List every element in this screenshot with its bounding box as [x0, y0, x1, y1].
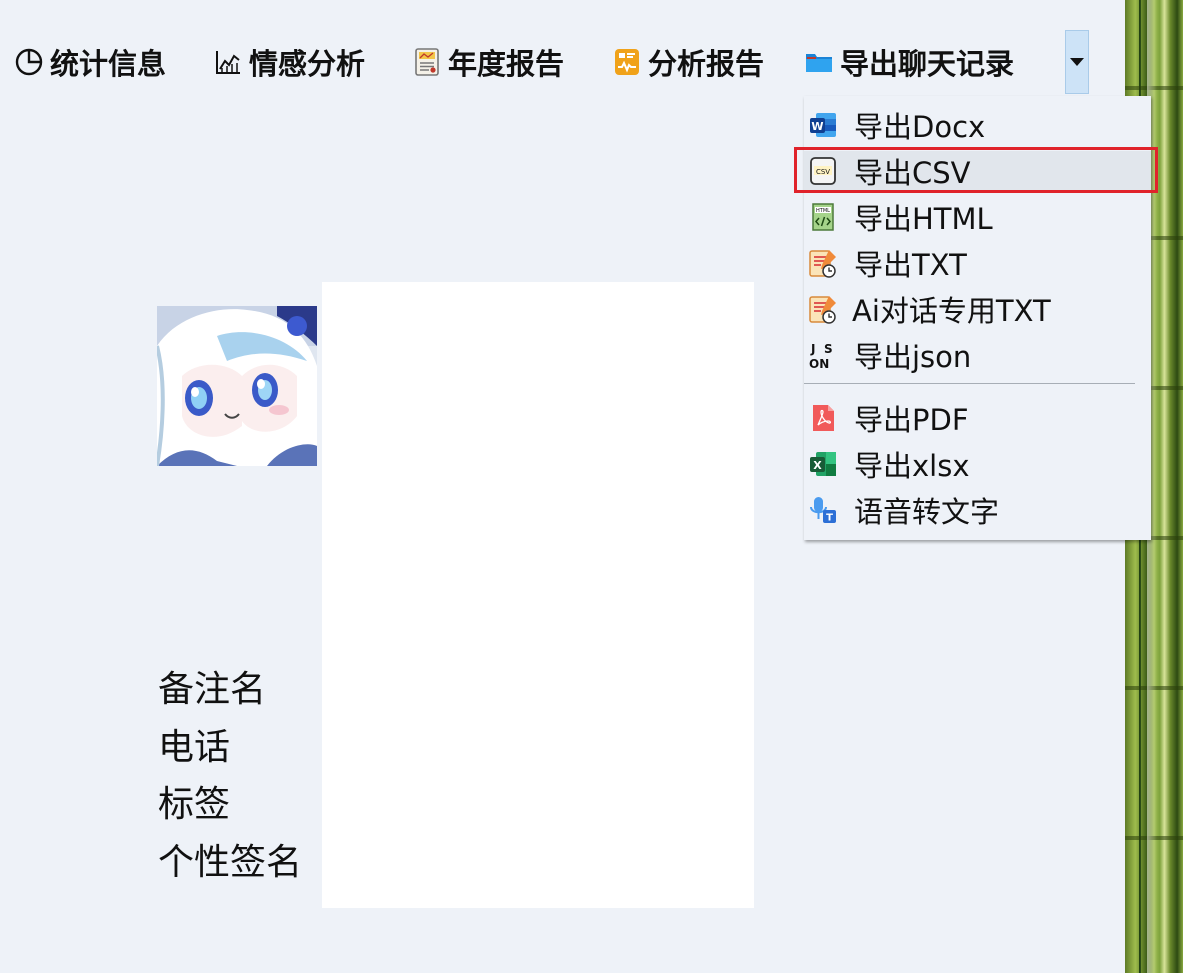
folder-icon: [804, 47, 834, 77]
menu-item-export-html[interactable]: HTML 导出HTML: [804, 197, 1151, 237]
menu-item-export-json[interactable]: J S ON 导出json: [804, 335, 1151, 375]
profile-info-panel: [322, 282, 754, 908]
svg-text:ON: ON: [809, 357, 829, 371]
svg-text:CSV: CSV: [816, 168, 830, 176]
svg-text:J: J: [810, 342, 815, 356]
html-icon: HTML: [807, 201, 839, 233]
menu-item-export-xlsx[interactable]: X 导出xlsx: [804, 444, 1151, 484]
json-icon: J S ON: [807, 339, 839, 371]
menu-item-speech-to-text[interactable]: T 语音转文字: [804, 490, 1151, 530]
export-chat-label: 导出聊天记录: [840, 47, 1015, 81]
menu-item-label: 语音转文字: [854, 495, 1000, 529]
speech-to-text-icon: T: [807, 494, 839, 526]
menu-item-label: Ai对话专用TXT: [852, 294, 1051, 328]
svg-text:HTML: HTML: [816, 208, 830, 214]
line-chart-icon: [213, 47, 243, 77]
pie-chart-icon: [14, 47, 44, 77]
annual-report-button[interactable]: 年度报告: [412, 40, 564, 84]
analysis-icon: [612, 47, 642, 77]
svg-text:W: W: [811, 120, 823, 133]
menu-item-export-csv[interactable]: CSV 导出CSV: [804, 151, 1151, 191]
txt-icon: [807, 247, 839, 279]
menu-item-label: 导出PDF: [854, 403, 969, 437]
excel-icon: X: [807, 448, 839, 480]
analysis-report-label: 分析报告: [648, 47, 765, 81]
analysis-report-button[interactable]: 分析报告: [612, 40, 764, 84]
pdf-icon: [807, 402, 839, 434]
menu-item-label: 导出Docx: [854, 110, 986, 144]
avatar: [157, 306, 317, 466]
menu-item-label: 导出xlsx: [854, 449, 970, 483]
tags-label: 标签: [158, 784, 231, 825]
sentiment-button[interactable]: 情感分析: [213, 40, 365, 84]
phone-label: 电话: [158, 727, 231, 768]
menu-item-export-txt[interactable]: 导出TXT: [804, 243, 1151, 283]
svg-text:X: X: [813, 459, 822, 472]
menu-separator: [804, 383, 1135, 384]
txt-icon: [807, 293, 839, 325]
export-dropdown-toggle[interactable]: [1065, 30, 1089, 94]
export-chat-button[interactable]: 导出聊天记录: [804, 40, 1014, 84]
csv-icon: CSV: [807, 155, 839, 187]
menu-item-export-pdf[interactable]: 导出PDF: [804, 398, 1151, 438]
sentiment-label: 情感分析: [249, 47, 366, 81]
remark-label: 备注名: [158, 669, 267, 710]
word-icon: W: [807, 109, 839, 141]
menu-item-label: 导出CSV: [854, 156, 971, 190]
annual-report-label: 年度报告: [448, 47, 565, 81]
stats-button[interactable]: 统计信息: [14, 40, 166, 84]
menu-item-export-docx[interactable]: W 导出Docx: [804, 105, 1151, 145]
menu-item-label: 导出TXT: [854, 248, 967, 282]
svg-text:T: T: [826, 513, 833, 524]
menu-item-label: 导出HTML: [854, 202, 993, 236]
menu-item-ai-txt[interactable]: Ai对话专用TXT: [804, 289, 1151, 329]
stats-label: 统计信息: [50, 47, 167, 81]
export-menu: W 导出Docx CSV 导出CSV HTML 导出HTML 导出TXT Ai对…: [804, 96, 1151, 540]
svg-text:S: S: [824, 342, 833, 356]
caret-down-icon: [1070, 58, 1084, 66]
report-icon: [412, 47, 442, 77]
menu-item-label: 导出json: [854, 340, 972, 374]
signature-label: 个性签名: [158, 842, 303, 883]
